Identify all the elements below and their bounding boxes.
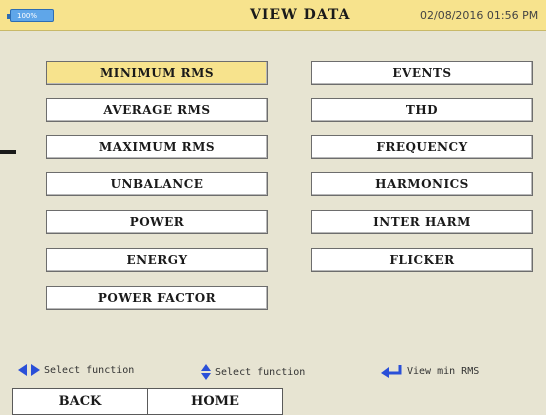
events-button[interactable]: EVENTS: [311, 61, 533, 85]
maximum-rms-button[interactable]: MAXIMUM RMS: [46, 135, 268, 159]
average-rms-button[interactable]: AVERAGE RMS: [46, 98, 268, 122]
datetime-display: 02/08/2016 01:56 PM: [420, 9, 539, 22]
minimum-rms-button[interactable]: MINIMUM RMS: [46, 61, 268, 85]
power-factor-button[interactable]: POWER FACTOR: [46, 286, 268, 310]
battery-icon: 100%: [7, 9, 54, 22]
hint-up-down-text: Select function: [215, 367, 306, 378]
frequency-button[interactable]: FREQUENCY: [311, 135, 533, 159]
back-button[interactable]: BACK: [12, 388, 148, 415]
hint-enter-text: View min RMS: [407, 366, 480, 377]
hint-up-down: Select function: [201, 364, 306, 380]
left-edge-bar: [0, 150, 16, 154]
harmonics-button[interactable]: HARMONICS: [311, 172, 533, 196]
inter-harm-button[interactable]: INTER HARM: [311, 210, 533, 234]
up-down-arrows-icon: [201, 364, 211, 380]
view-data-screen: 100% VIEW DATA 02/08/2016 01:56 PM MINIM…: [0, 0, 546, 415]
battery-label: 100%: [17, 12, 38, 20]
page-title: VIEW DATA: [250, 7, 351, 23]
hint-enter: View min RMS: [381, 364, 479, 378]
thd-button[interactable]: THD: [311, 98, 533, 122]
power-button[interactable]: POWER: [46, 210, 268, 234]
enter-arrow-icon: [381, 365, 402, 378]
home-button[interactable]: HOME: [147, 388, 283, 415]
hint-left-right-text: Select function: [44, 365, 135, 376]
energy-button[interactable]: ENERGY: [46, 248, 268, 272]
flicker-button[interactable]: FLICKER: [311, 248, 533, 272]
unbalance-button[interactable]: UNBALANCE: [46, 172, 268, 196]
hint-left-right: Select function: [18, 364, 134, 378]
left-right-arrows-icon: [18, 364, 40, 376]
header-bar: 100% VIEW DATA 02/08/2016 01:56 PM: [0, 0, 546, 31]
